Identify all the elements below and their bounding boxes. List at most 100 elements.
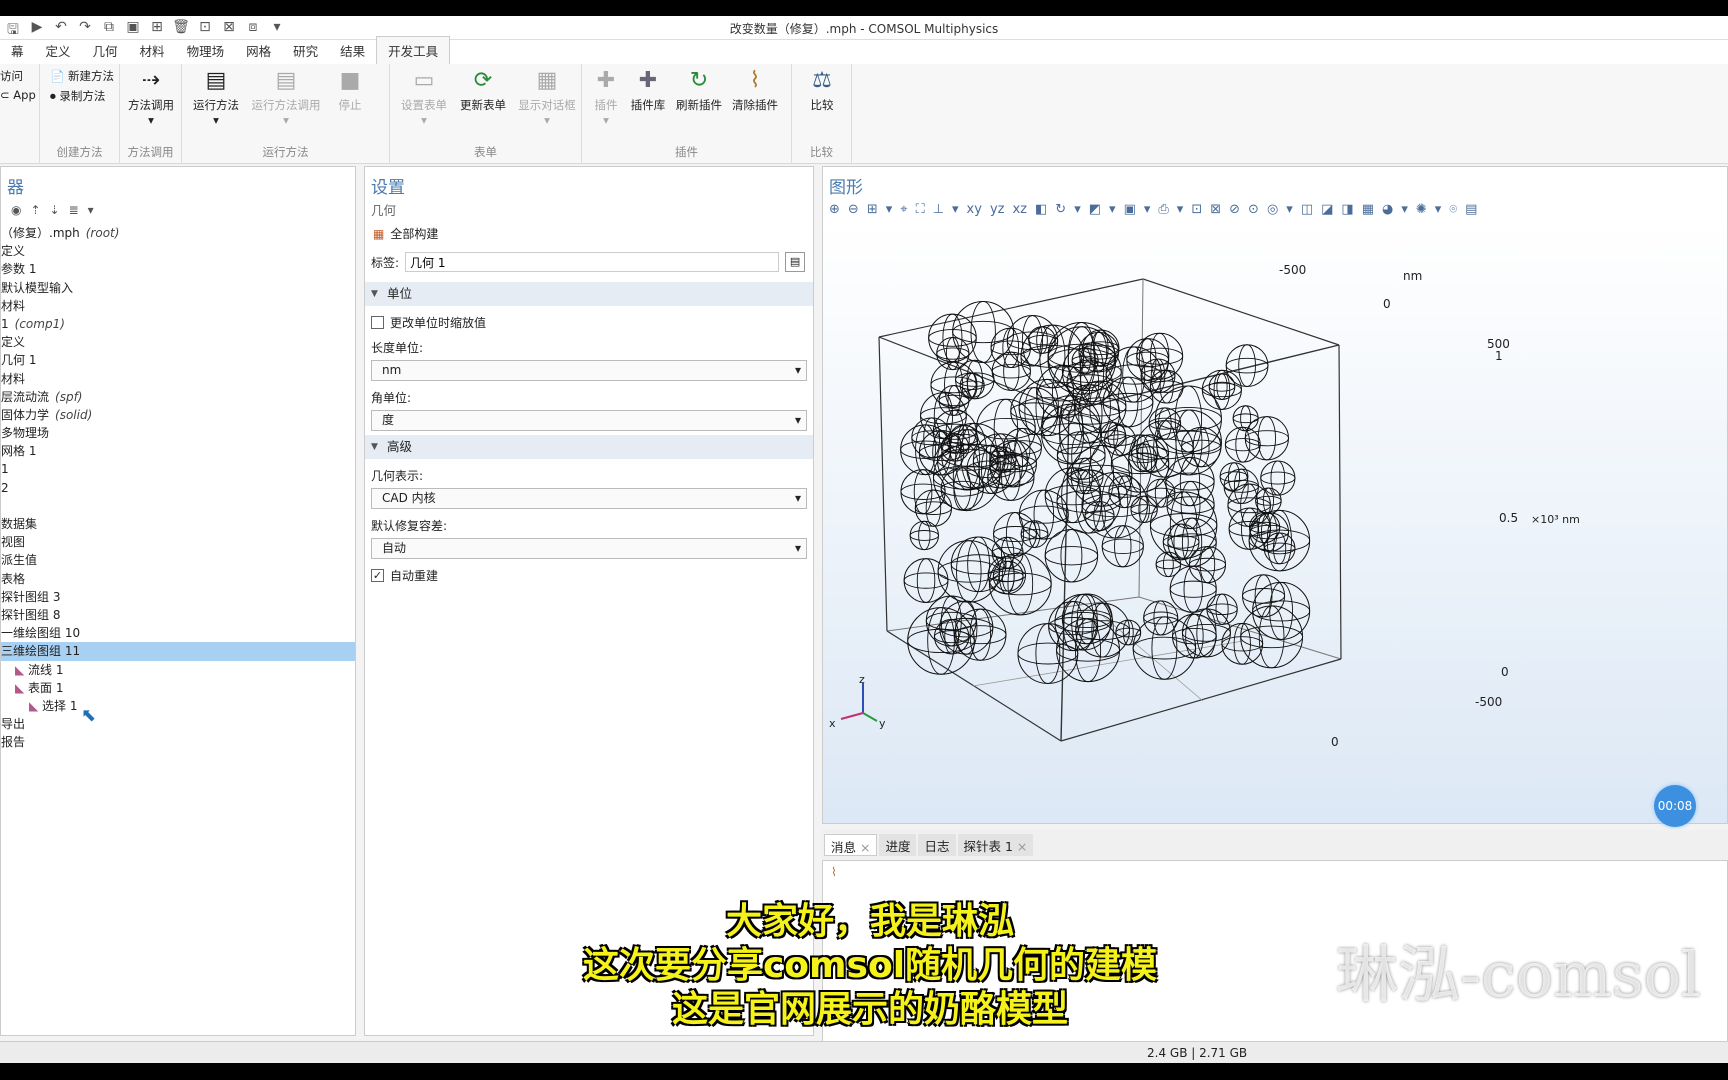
update-form-button[interactable]: ⟳ 更新表单: [454, 68, 512, 113]
tree-item[interactable]: 1 (comp1): [1, 315, 355, 333]
wireframe-icon[interactable]: ◫: [1301, 202, 1313, 217]
chevron-down-icon[interactable]: ▾: [1286, 202, 1293, 217]
chevron-down-icon[interactable]: ▾: [886, 202, 893, 217]
tree-item[interactable]: 派生值: [1, 551, 355, 569]
build-all-button[interactable]: ▦ 全部构建: [365, 221, 813, 246]
tree-item[interactable]: 定义: [1, 333, 355, 351]
zoom-extents-icon[interactable]: ⛶: [916, 202, 925, 217]
view-3d-icon[interactable]: ◧: [1035, 202, 1047, 217]
ribbon-tab[interactable]: 幕: [0, 37, 35, 64]
clear-messages-icon[interactable]: ⌇: [823, 861, 1727, 883]
tree-item[interactable]: 固体力学 (solid): [1, 406, 355, 424]
units-section-header[interactable]: 单位: [365, 282, 813, 306]
ribbon-tab[interactable]: 材料: [129, 37, 176, 64]
bottom-tab[interactable]: 消息 ×: [824, 834, 878, 856]
chevron-down-icon[interactable]: ▾: [1109, 202, 1116, 217]
chevron-down-icon[interactable]: ▾: [1144, 202, 1151, 217]
save-image-icon[interactable]: ▤: [1465, 202, 1477, 217]
chevron-down-icon[interactable]: ▾: [88, 203, 94, 217]
ribbon-tab[interactable]: 定义: [35, 37, 82, 64]
label-input[interactable]: [405, 252, 780, 272]
select-mode-icon[interactable]: ◩: [1089, 202, 1101, 217]
transparency-icon[interactable]: ◎: [1267, 202, 1278, 217]
scale-values-checkbox-row[interactable]: 更改单位时缩放值: [365, 310, 813, 335]
new-method-button[interactable]: 📄 新建方法: [50, 68, 114, 84]
scene-icon[interactable]: ◕: [1382, 202, 1393, 217]
advanced-section-header[interactable]: 高级: [365, 435, 813, 459]
rotate-icon[interactable]: ↻: [1055, 202, 1066, 217]
show-icon[interactable]: ⊙: [1248, 202, 1259, 217]
geometry-representation-select[interactable]: CAD 内核: [371, 488, 807, 509]
tree-item[interactable]: 导出: [1, 715, 355, 733]
compare-button[interactable]: ⚖ 比较: [800, 68, 844, 113]
camera-view-icon[interactable]: ▣: [1124, 202, 1136, 217]
chevron-down-icon[interactable]: ▾: [1177, 202, 1184, 217]
app-button[interactable]: ⊂ App: [0, 88, 36, 102]
clear-selection-icon[interactable]: ⊠: [1210, 202, 1221, 217]
tree-item[interactable]: 一维绘图组 10: [1, 624, 355, 642]
ribbon-tab[interactable]: 几何: [82, 37, 129, 64]
tree-item[interactable]: 视图: [1, 533, 355, 551]
collapse-icon[interactable]: ⇡: [30, 203, 40, 217]
ribbon-tab[interactable]: 开发工具: [376, 36, 451, 64]
tree-item[interactable]: 多物理场: [1, 424, 355, 442]
tree-item[interactable]: 材料: [1, 370, 355, 388]
tree-item[interactable]: ◣ 流线 1: [1, 661, 355, 679]
zoom-box-icon[interactable]: ⊞: [867, 202, 878, 217]
reset-icon[interactable]: ✺: [1416, 202, 1427, 217]
clear-addins-button[interactable]: ⌇ 清除插件: [728, 68, 782, 113]
length-unit-select[interactable]: nm: [371, 360, 807, 381]
tree-item[interactable]: 2: [1, 479, 355, 497]
eye-icon[interactable]: ◉: [11, 203, 21, 217]
select-all-icon[interactable]: ⊡: [1191, 202, 1202, 217]
axis-icon[interactable]: ⊥: [933, 202, 944, 217]
expand-icon[interactable]: ⇣: [50, 203, 60, 217]
render-icon[interactable]: ◪: [1321, 202, 1333, 217]
tree-item[interactable]: （修复）.mph (root): [1, 224, 355, 242]
record-method-button[interactable]: ⏺ 录制方法: [50, 88, 105, 104]
repair-tolerance-select[interactable]: 自动: [371, 538, 807, 559]
show-dialog-button[interactable]: ▦ 显示对话框 ▾: [514, 68, 580, 127]
chevron-down-icon[interactable]: ▾: [1074, 202, 1081, 217]
set-form-button[interactable]: ▭ 设置表单 ▾: [396, 68, 452, 127]
tree-item[interactable]: 数据集: [1, 515, 355, 533]
tree-item[interactable]: 1: [1, 460, 355, 478]
light-icon[interactable]: ◨: [1341, 202, 1353, 217]
close-icon[interactable]: ×: [1013, 839, 1027, 854]
hide-icon[interactable]: ⊘: [1229, 202, 1240, 217]
tree-item[interactable]: 层流动流 (spf): [1, 388, 355, 406]
auto-rebuild-checkbox-row[interactable]: ✓ 自动重建: [365, 563, 813, 588]
tree-item[interactable]: 默认模型输入: [1, 279, 355, 297]
ribbon-tab[interactable]: 结果: [329, 37, 376, 64]
chevron-down-icon[interactable]: ▾: [1435, 202, 1442, 217]
bottom-tab[interactable]: 探针表 1 ×: [957, 834, 1034, 856]
zoom-selected-icon[interactable]: ⌖: [900, 202, 907, 217]
label-edit-icon[interactable]: ▤: [785, 252, 806, 272]
camera-icon[interactable]: ⌾: [1449, 202, 1457, 217]
tree-item[interactable]: 参数 1: [1, 260, 355, 278]
tree-item[interactable]: ◣ 表面 1: [1, 679, 355, 697]
zoom-in-icon[interactable]: ⊕: [829, 202, 840, 217]
view-xy-icon[interactable]: xy: [967, 202, 982, 217]
tree-item[interactable]: 探针图组 3: [1, 588, 355, 606]
ribbon-tab[interactable]: 研究: [282, 37, 329, 64]
list-icon[interactable]: ≣: [69, 203, 79, 217]
grid-icon[interactable]: ▦: [1362, 202, 1374, 217]
zoom-out-icon[interactable]: ⊖: [848, 202, 859, 217]
tree-item[interactable]: 定义: [1, 242, 355, 260]
tree-item[interactable]: 三维绘图组 11: [1, 642, 355, 661]
chevron-down-icon[interactable]: ▾: [1401, 202, 1408, 217]
chevron-down-icon[interactable]: ▾: [952, 202, 959, 217]
close-icon[interactable]: ×: [856, 840, 870, 855]
run-method-call-button[interactable]: ▤ 运行方法调用 ▾: [248, 68, 324, 127]
print-icon[interactable]: ⎙: [1158, 202, 1168, 217]
addin-button[interactable]: ✚ 插件 ▾: [588, 68, 624, 127]
view-xz-icon[interactable]: xz: [1012, 202, 1027, 217]
access-button[interactable]: 访问: [0, 68, 23, 84]
graphics-canvas[interactable]: -500 nm 0 500 1 0.5 ×10³ nm 0 -500 0 z x…: [823, 221, 1727, 823]
tree-item[interactable]: 报告: [1, 733, 355, 751]
tree-item[interactable]: 探针图组 8: [1, 606, 355, 624]
bottom-tab[interactable]: 日志: [918, 834, 956, 856]
view-yz-icon[interactable]: yz: [990, 202, 1005, 217]
method-call-button[interactable]: ⇢ 方法调用 ▾: [126, 68, 176, 127]
